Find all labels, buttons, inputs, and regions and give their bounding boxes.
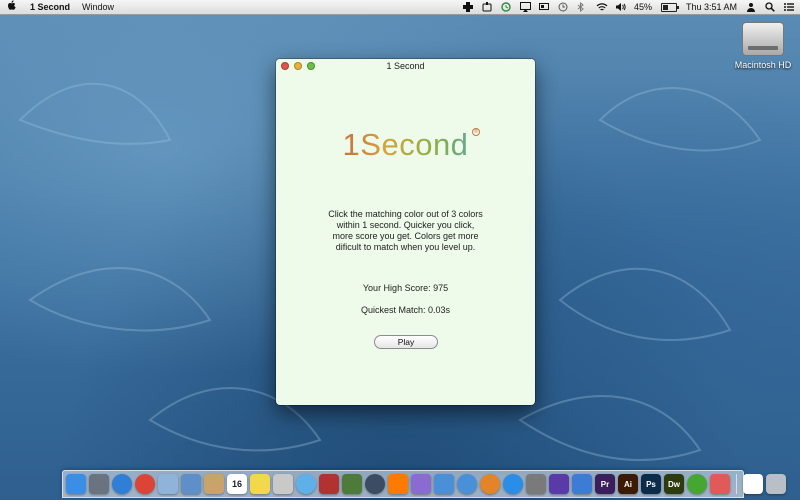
document-icon[interactable] [743, 474, 763, 494]
preferences-icon[interactable] [526, 474, 546, 494]
itunes-icon[interactable] [457, 474, 477, 494]
dock-icon-label: Pr [600, 479, 610, 489]
dock-icon-label: 16 [231, 479, 242, 489]
dock-icon-label: Dw [668, 479, 680, 489]
high-score-label: Your High Score: 975 [362, 283, 449, 293]
launchpad-icon[interactable] [89, 474, 109, 494]
airplay-icon[interactable] [519, 2, 531, 12]
stickies-icon[interactable] [250, 474, 270, 494]
app-logo: 1Second [276, 127, 535, 163]
macintosh-hd-drive[interactable]: Macintosh HD [731, 22, 795, 70]
books-icon[interactable] [480, 474, 500, 494]
play-button[interactable]: Play [374, 335, 438, 349]
ibooks-icon[interactable] [388, 474, 408, 494]
photoshop-icon[interactable]: Ps [641, 474, 661, 494]
user-icon[interactable] [746, 2, 756, 12]
sync-icon[interactable] [501, 2, 511, 12]
plus-cross-icon[interactable] [462, 2, 473, 12]
trash-icon[interactable] [766, 474, 786, 494]
screen-icon[interactable] [538, 2, 549, 12]
menu-window[interactable]: Window [82, 2, 114, 12]
battery-percent: 45% [633, 2, 652, 12]
battery-fill [662, 4, 669, 10]
dock-icon-label: Ps [646, 479, 656, 489]
window-title: 1 Second [386, 61, 425, 71]
notification-center-icon[interactable] [784, 2, 794, 12]
xcode-icon[interactable] [572, 474, 592, 494]
hard-drive-icon [742, 22, 784, 56]
registered-mark-icon: ® [472, 128, 480, 136]
extension-icon[interactable] [482, 2, 492, 12]
premiere-icon[interactable]: Pr [595, 474, 615, 494]
calendar-icon[interactable]: 16 [227, 474, 247, 494]
illustrator-icon[interactable]: Ai [618, 474, 638, 494]
safari-icon[interactable] [112, 474, 132, 494]
utorrent-icon[interactable] [687, 474, 707, 494]
textedit-icon[interactable] [342, 474, 362, 494]
finder-icon[interactable] [66, 474, 86, 494]
time-machine-icon[interactable] [558, 2, 568, 12]
photobooth-icon[interactable] [319, 474, 339, 494]
app-window: 1 Second 1Second ® Click the matching co… [276, 59, 535, 405]
volume-icon[interactable] [615, 2, 626, 12]
menubar-clock[interactable]: Thu 3:51 AM [686, 2, 737, 12]
preview-icon[interactable] [181, 474, 201, 494]
wifi-icon[interactable] [596, 2, 608, 12]
drive-label: Macintosh HD [734, 60, 792, 70]
spotlight-icon[interactable] [765, 2, 775, 12]
bluetooth-icon[interactable] [577, 1, 587, 13]
dock-icon-label: Ai [624, 479, 632, 489]
quickest-match-label: Quickest Match: 0.03s [360, 305, 451, 315]
photos-icon[interactable] [411, 474, 431, 494]
apple-icon[interactable] [6, 0, 18, 14]
keynote-icon[interactable] [434, 474, 454, 494]
mail-icon[interactable] [158, 474, 178, 494]
notes-icon[interactable] [204, 474, 224, 494]
contacts-icon[interactable] [273, 474, 293, 494]
dock-icons: 16 Pr Ai Ps Dw [66, 474, 786, 494]
messages-icon[interactable] [296, 474, 316, 494]
chrome-icon[interactable] [135, 474, 155, 494]
appstore-icon[interactable] [503, 474, 523, 494]
instructions-text: Click the matching color out of 3 colors… [328, 209, 483, 252]
app-menu[interactable]: 1 Second [30, 2, 70, 12]
battery-icon[interactable] [660, 2, 679, 12]
menubar: 1 Second Window 45% Thu 3:51 AM [0, 0, 800, 15]
window-titlebar[interactable]: 1 Second [276, 59, 535, 73]
dock-separator [736, 474, 737, 494]
imovie-icon[interactable] [549, 474, 569, 494]
dreamweaver-icon[interactable]: Dw [664, 474, 684, 494]
quicktime-icon[interactable] [365, 474, 385, 494]
app-grid-icon[interactable] [710, 474, 730, 494]
